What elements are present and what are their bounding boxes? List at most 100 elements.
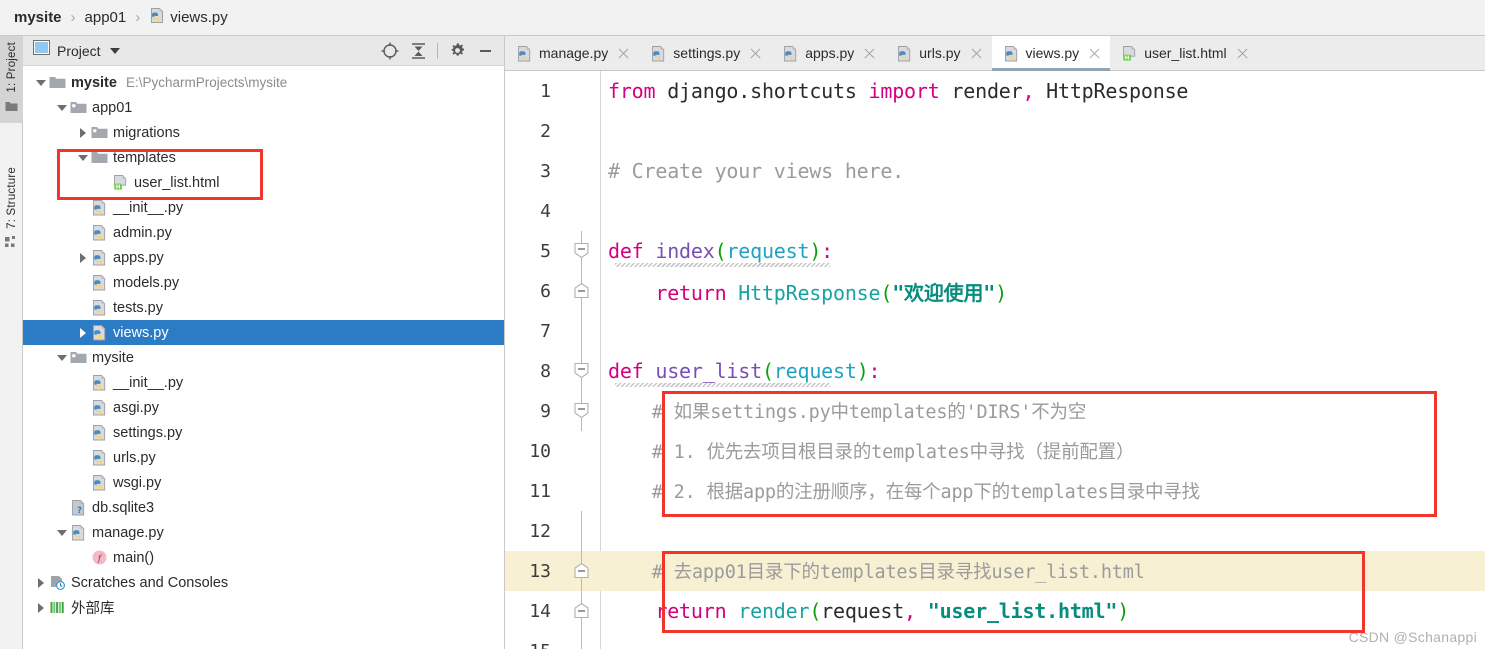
chevron-right-icon[interactable] <box>75 250 91 266</box>
tree-item-settings-py[interactable]: settings.py <box>23 420 504 445</box>
code-line-10[interactable]: 10 # 1. 优先去项目根目录的templates中寻找（提前配置） <box>505 431 1485 471</box>
tree-item-db-sqlite3[interactable]: ? db.sqlite3 <box>23 495 504 520</box>
editor-tab-views-py[interactable]: views.py <box>991 36 1111 71</box>
tree-item-main-[interactable]: f main() <box>23 545 504 570</box>
chevron-down-icon[interactable] <box>54 525 70 541</box>
fold-gutter[interactable] <box>563 71 601 111</box>
fold-gutter[interactable] <box>563 471 601 511</box>
fold-collapse-icon[interactable] <box>573 362 590 379</box>
chevron-down-icon[interactable] <box>109 47 120 54</box>
locate-target-icon[interactable] <box>377 39 403 63</box>
tree-item-asgi-py[interactable]: asgi.py <box>23 395 504 420</box>
tree-item-models-py[interactable]: models.py <box>23 270 504 295</box>
close-icon[interactable] <box>1088 47 1101 60</box>
python-file-icon <box>91 424 108 441</box>
close-icon[interactable] <box>863 47 876 60</box>
project-file-tree[interactable]: mysite E:\PycharmProjects\mysite app01 migr… <box>23 66 504 649</box>
fold-gutter[interactable] <box>563 351 601 391</box>
code-line-14[interactable]: 14 return render(request, "user_list.htm… <box>505 591 1485 631</box>
tree-item-label: app01 <box>92 99 133 116</box>
tree-item-wsgi-py[interactable]: wsgi.py <box>23 470 504 495</box>
python-file-icon <box>650 45 667 62</box>
tree-item-path: E:\PycharmProjects\mysite <box>125 75 288 90</box>
tree-item-user-list-html[interactable]: Huser_list.html <box>23 170 504 195</box>
code-line-11[interactable]: 11 # 2. 根据app的注册顺序，在每个app下的templates目录中寻… <box>505 471 1485 511</box>
fold-segment-icon[interactable] <box>573 562 590 579</box>
code-token: request <box>726 239 810 263</box>
minimize-icon[interactable] <box>472 39 498 63</box>
editor-tab-user-list-html[interactable]: Huser_list.html <box>1110 36 1258 70</box>
chevron-right-icon[interactable] <box>75 125 91 141</box>
chevron-down-icon[interactable] <box>54 350 70 366</box>
code-line-5[interactable]: 5 def index(request): <box>505 231 1485 271</box>
fold-collapse-icon[interactable] <box>573 402 590 419</box>
code-line-4[interactable]: 4 <box>505 191 1485 231</box>
breadcrumb-item-project[interactable]: mysite <box>14 9 62 26</box>
fold-gutter[interactable] <box>563 431 601 471</box>
code-line-9[interactable]: 9 # 如果settings.py中templates的'DIRS'不为空 <box>505 391 1485 431</box>
tree-item-urls-py[interactable]: urls.py <box>23 445 504 470</box>
breadcrumb-item-app[interactable]: app01 <box>85 9 127 26</box>
code-line-13[interactable]: 13 # 去app01目录下的templates目录寻找user_list.ht… <box>505 551 1485 591</box>
editor-tab-urls-py[interactable]: urls.py <box>885 36 992 70</box>
tree-item-apps-py[interactable]: apps.py <box>23 245 504 270</box>
editor-tab-bar[interactable]: manage.py settings.py apps.py urls.py views.… <box>505 36 1485 71</box>
fold-gutter[interactable] <box>563 311 601 351</box>
close-icon[interactable] <box>1236 47 1249 60</box>
chevron-right-icon[interactable] <box>33 600 49 616</box>
close-icon[interactable] <box>617 47 630 60</box>
editor-tab-manage-py[interactable]: manage.py <box>505 36 640 70</box>
code-editor[interactable]: 1 from django.shortcuts import render, Ht… <box>505 71 1485 649</box>
fold-gutter[interactable] <box>563 511 601 551</box>
fold-gutter[interactable] <box>563 391 601 431</box>
tree-item-templates[interactable]: templates <box>23 145 504 170</box>
fold-segment-icon[interactable] <box>573 282 590 299</box>
code-line-1[interactable]: 1 from django.shortcuts import render, Ht… <box>505 71 1485 111</box>
gear-icon[interactable] <box>444 39 470 63</box>
tree-item--[interactable]: 外部库 <box>23 595 504 620</box>
tree-item-app01[interactable]: app01 <box>23 95 504 120</box>
code-line-8[interactable]: 8 def user_list(request): <box>505 351 1485 391</box>
close-icon[interactable] <box>970 47 983 60</box>
breadcrumb-item-file[interactable]: views.py <box>170 9 228 26</box>
tree-item--init-py[interactable]: __init__.py <box>23 370 504 395</box>
code-line-7[interactable]: 7 <box>505 311 1485 351</box>
fold-gutter[interactable] <box>563 631 601 649</box>
tree-item-scratches-and-consoles[interactable]: Scratches and Consoles <box>23 570 504 595</box>
tree-item-manage-py[interactable]: manage.py <box>23 520 504 545</box>
fold-gutter[interactable] <box>563 191 601 231</box>
editor-tab-settings-py[interactable]: settings.py <box>639 36 772 70</box>
editor-tab-apps-py[interactable]: apps.py <box>771 36 886 70</box>
code-token: HttpResponse <box>738 280 881 305</box>
chevron-right-icon[interactable] <box>75 325 91 341</box>
fold-segment-icon[interactable] <box>573 602 590 619</box>
tree-item-mysite[interactable]: mysite E:\PycharmProjects\mysite <box>23 70 504 95</box>
tool-button-structure[interactable]: 7: Structure <box>0 161 23 259</box>
tool-button-project[interactable]: 1: Project <box>0 36 23 123</box>
tree-item--init-py[interactable]: __init__.py <box>23 195 504 220</box>
fold-gutter[interactable] <box>563 231 601 271</box>
tree-item-views-py[interactable]: views.py <box>23 320 504 345</box>
collapse-all-icon[interactable] <box>405 39 431 63</box>
chevron-down-icon[interactable] <box>33 75 49 91</box>
close-icon[interactable] <box>749 47 762 60</box>
chevron-down-icon[interactable] <box>75 150 91 166</box>
code-line-6[interactable]: 6 return HttpResponse("欢迎使用") <box>505 271 1485 311</box>
code-token: ) <box>809 239 822 263</box>
fold-gutter[interactable] <box>563 151 601 191</box>
chevron-down-icon[interactable] <box>54 100 70 116</box>
chevron-right-icon[interactable] <box>33 575 49 591</box>
fold-gutter[interactable] <box>563 551 601 591</box>
tree-item-mysite[interactable]: mysite <box>23 345 504 370</box>
tree-item-admin-py[interactable]: admin.py <box>23 220 504 245</box>
fold-gutter[interactable] <box>563 271 601 311</box>
fold-gutter[interactable] <box>563 591 601 631</box>
code-line-2[interactable]: 2 <box>505 111 1485 151</box>
code-line-12[interactable]: 12 <box>505 511 1485 551</box>
tree-item-tests-py[interactable]: tests.py <box>23 295 504 320</box>
fold-gutter[interactable] <box>563 111 601 151</box>
fold-collapse-icon[interactable] <box>573 242 590 259</box>
code-line-15[interactable]: 15 <box>505 631 1485 649</box>
tree-item-migrations[interactable]: migrations <box>23 120 504 145</box>
code-line-3[interactable]: 3 # Create your views here. <box>505 151 1485 191</box>
